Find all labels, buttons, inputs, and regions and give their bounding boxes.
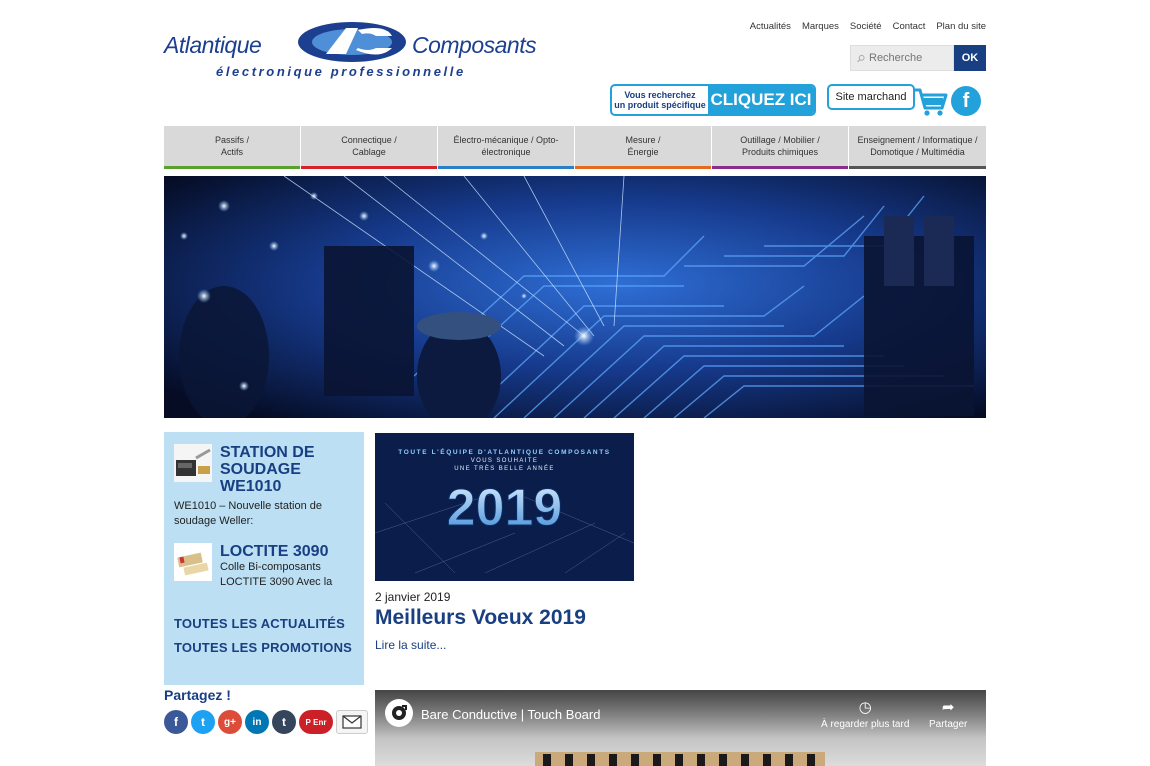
video-share-label: Partager — [929, 719, 968, 730]
image-sub-text-1: VOUS SOUHAITE — [471, 458, 539, 464]
article-date: 2 janvier 2019 — [375, 590, 451, 604]
video-title[interactable]: Bare Conductive | Touch Board — [421, 707, 600, 722]
image-header-text: TOUTE L'ÉQUIPE D'ATLANTIQUE COMPOSANTS — [398, 447, 610, 456]
cta-line1: Vous recherchez — [624, 90, 696, 100]
cta-small-text: Vous recherchez un produit spécifique — [612, 90, 708, 110]
category-color-bar — [575, 166, 711, 169]
category-passifs-actifs[interactable]: Passifs / Actifs — [164, 126, 301, 169]
shopping-cart-icon[interactable] — [912, 86, 948, 118]
category-label: Énergie — [627, 147, 659, 157]
hero-banner — [164, 176, 986, 418]
category-label: Domotique / Multimédia — [870, 147, 965, 157]
cta-cliquez-ici: CLIQUEZ ICI — [708, 86, 814, 114]
news-body: STATION DE SOUDAGE WE1010 — [220, 444, 354, 495]
all-promotions-link[interactable]: TOUTES LES PROMOTIONS — [174, 640, 354, 655]
category-label: Actifs — [220, 147, 243, 157]
news-title: STATION DE SOUDAGE WE1010 — [220, 444, 315, 495]
news-body: LOCTITE 3090 Colle Bi-composants LOCTITE… — [220, 543, 350, 590]
read-more-link[interactable]: Lire la suite... — [375, 638, 446, 652]
share-label: Partagez ! — [164, 687, 231, 703]
pinterest-save-button[interactable]: P Enr — [299, 710, 333, 734]
circuit-board-image — [164, 176, 986, 418]
logo-text-right: Composants — [412, 32, 537, 58]
facebook-icon[interactable]: f — [951, 86, 981, 116]
category-color-bar — [712, 166, 848, 169]
image-year-text: 2019 — [447, 479, 563, 537]
category-label: Outillage / Mobilier / — [740, 135, 820, 145]
category-mesure-energie[interactable]: Mesure / Énergie — [575, 126, 712, 169]
channel-avatar[interactable] — [385, 699, 413, 727]
category-color-bar — [849, 166, 986, 169]
category-label: Mesure / — [625, 135, 661, 145]
email-share-button[interactable] — [336, 710, 368, 734]
category-color-bar — [164, 166, 300, 169]
search-box — [850, 45, 954, 71]
news-title: LOCTITE 3090 — [220, 543, 329, 560]
category-label: électronique — [481, 147, 531, 157]
tumblr-share-icon[interactable]: t — [272, 710, 296, 734]
google-plus-share-icon[interactable]: g+ — [218, 710, 242, 734]
all-news-link[interactable]: TOUTES LES ACTUALITÉS — [174, 616, 354, 631]
linkedin-share-icon[interactable]: in — [245, 710, 269, 734]
category-label: Enseignement / Informatique / — [857, 135, 978, 145]
page-container: Atlantique Composants électronique profe… — [164, 0, 986, 766]
topnav-actualites[interactable]: Actualités — [750, 21, 791, 32]
topnav-contact[interactable]: Contact — [893, 21, 926, 32]
share-arrow-icon: ➦ — [941, 699, 955, 716]
category-label: Connectique / — [341, 135, 397, 145]
news-sidebar: STATION DE SOUDAGE WE1010 WE1010 – Nouve… — [164, 432, 364, 685]
video-embed[interactable]: Bare Conductive | Touch Board ◷ À regard… — [375, 690, 986, 766]
pinterest-icon: P — [305, 717, 311, 727]
watch-later-button[interactable]: ◷ À regarder plus tard — [821, 698, 909, 730]
category-label: Électro-mécanique / Opto- — [453, 135, 559, 145]
top-nav: Actualités Marques Société Contact Plan … — [750, 21, 986, 32]
category-label: Produits chimiques — [741, 147, 819, 157]
article-title[interactable]: Meilleurs Voeux 2019 — [375, 606, 586, 630]
category-nav: Passifs / Actifs Connectique / Cablage Éle… — [164, 126, 986, 169]
share-buttons: f t g+ in t P Enr — [164, 710, 368, 734]
category-label: Cablage — [352, 147, 386, 157]
logo-emblem — [298, 22, 406, 62]
topnav-plan-du-site[interactable]: Plan du site — [936, 21, 986, 32]
search-input[interactable] — [869, 52, 953, 64]
category-electro-mecanique[interactable]: Électro-mécanique / Opto-électronique — [438, 126, 575, 169]
watch-later-label: À regarder plus tard — [821, 719, 910, 730]
shop-link-button[interactable]: Site marchand — [827, 84, 915, 110]
loctite-thumbnail — [174, 543, 212, 581]
soldering-station-thumbnail — [174, 444, 212, 482]
search-form: OK — [850, 45, 986, 71]
news-excerpt: Colle Bi-composants LOCTITE 3090 Avec la — [220, 561, 333, 588]
category-label: Passifs / — [214, 135, 249, 145]
cta-line2: un produit spécifique — [614, 100, 706, 110]
clock-icon: ◷ — [858, 699, 872, 716]
news-excerpt: WE1010 – Nouvelle station de soudage Wel… — [174, 500, 322, 527]
category-color-bar — [438, 166, 574, 169]
logo-text-left: Atlantique — [164, 32, 262, 58]
topnav-marques[interactable]: Marques — [802, 21, 839, 32]
facebook-share-icon[interactable]: f — [164, 710, 188, 734]
specific-product-cta[interactable]: Vous recherchez un produit spécifique CL… — [610, 84, 816, 116]
bare-conductive-logo-icon — [392, 705, 407, 720]
category-outillage-mobilier[interactable]: Outillage / Mobilier / Produits chimiques — [712, 126, 849, 169]
category-connectique-cablage[interactable]: Connectique / Cablage — [301, 126, 438, 169]
search-icon — [857, 54, 865, 62]
category-enseignement-informatique[interactable]: Enseignement / Informatique / Domotique /… — [849, 126, 986, 169]
news-item-loctite[interactable]: LOCTITE 3090 Colle Bi-composants LOCTITE… — [174, 543, 354, 590]
site-logo[interactable]: Atlantique Composants électronique profe… — [164, 18, 566, 82]
search-ok-button[interactable]: OK — [954, 45, 986, 71]
twitter-share-icon[interactable]: t — [191, 710, 215, 734]
category-color-bar — [301, 166, 437, 169]
new-year-2019-image: TOUTE L'ÉQUIPE D'ATLANTIQUE COMPOSANTS V… — [375, 433, 634, 581]
envelope-icon — [342, 715, 362, 729]
news-item-we1010[interactable]: STATION DE SOUDAGE WE1010 — [174, 444, 354, 495]
logo-tagline: électronique professionnelle — [216, 64, 466, 79]
pinterest-label: Enr — [313, 717, 327, 727]
video-share-button[interactable]: ➦ Partager — [929, 698, 967, 730]
topnav-societe[interactable]: Société — [850, 21, 882, 32]
article-image[interactable]: TOUTE L'ÉQUIPE D'ATLANTIQUE COMPOSANTS V… — [375, 433, 634, 581]
image-sub-text-2: UNE TRÈS BELLE ANNÉE — [454, 465, 555, 472]
